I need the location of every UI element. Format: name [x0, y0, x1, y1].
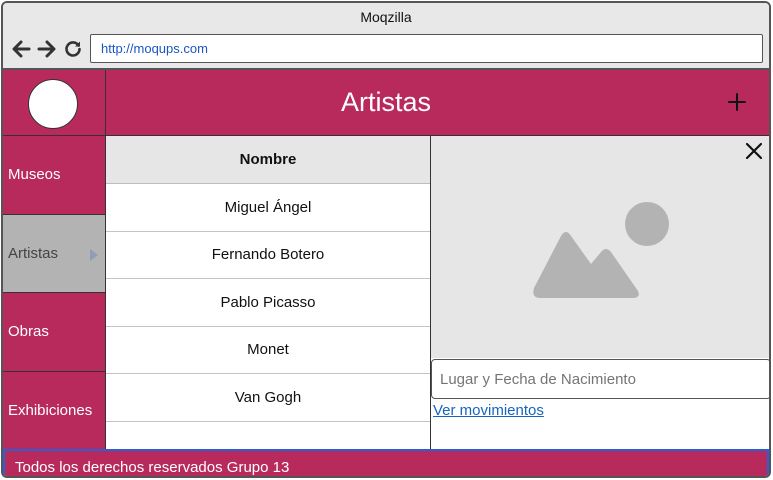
artist-detail-panel: Ver movimientos — [431, 136, 769, 449]
close-icon — [745, 142, 763, 160]
sidebar-item-label: Artistas — [8, 244, 59, 262]
table-row[interactable]: Monet — [106, 327, 430, 374]
reload-icon[interactable] — [62, 38, 84, 60]
back-arrow-icon[interactable] — [10, 38, 32, 60]
plus-icon — [728, 93, 746, 111]
image-placeholder-icon — [533, 202, 669, 298]
sidebar-item-obras[interactable]: Obras — [3, 293, 106, 372]
nav-icons — [10, 38, 84, 60]
column-header-nombre[interactable]: Nombre — [106, 136, 430, 184]
birth-place-date-field[interactable] — [431, 359, 769, 399]
sidebar-item-label: Museos — [8, 166, 61, 184]
forward-arrow-icon[interactable] — [36, 38, 58, 60]
address-bar[interactable]: http://moqups.com — [90, 34, 763, 63]
add-artist-button[interactable] — [725, 90, 749, 114]
table-row[interactable]: Van Gogh — [106, 374, 430, 422]
sidebar-item-museos[interactable]: Museos — [3, 136, 106, 215]
table-row[interactable]: Fernando Botero — [106, 232, 430, 279]
browser-chrome: Moqzilla http://moqups.com — [3, 3, 769, 70]
browser-window: Moqzilla http://moqups.com Artistas Muse… — [1, 1, 771, 478]
sidebar-item-artistas[interactable]: Artistas — [3, 214, 106, 293]
view-movements-link[interactable]: Ver movimientos — [433, 402, 544, 419]
footer: Todos los derechos reservados Grupo 13 — [3, 449, 769, 476]
chevron-right-icon — [90, 248, 98, 261]
sidebar: Museos Artistas Obras Exhibiciones — [3, 136, 106, 450]
sidebar-item-label: Exhibiciones — [8, 401, 93, 419]
avatar[interactable] — [28, 79, 78, 129]
sidebar-item-exhibiciones[interactable]: Exhibiciones — [3, 371, 106, 450]
app-header: Artistas — [3, 70, 769, 136]
table-row[interactable]: Miguel Ángel — [106, 184, 430, 232]
table-row[interactable]: Pablo Picasso — [106, 279, 430, 327]
sidebar-item-label: Obras — [8, 323, 49, 341]
window-title: Moqzilla — [360, 9, 412, 25]
artist-image — [431, 136, 769, 358]
logo-cell — [3, 70, 106, 135]
artists-table: Nombre Miguel Ángel Fernando Botero Pabl… — [106, 136, 431, 469]
page-title: Artistas — [340, 87, 432, 117]
close-button[interactable] — [744, 141, 764, 161]
